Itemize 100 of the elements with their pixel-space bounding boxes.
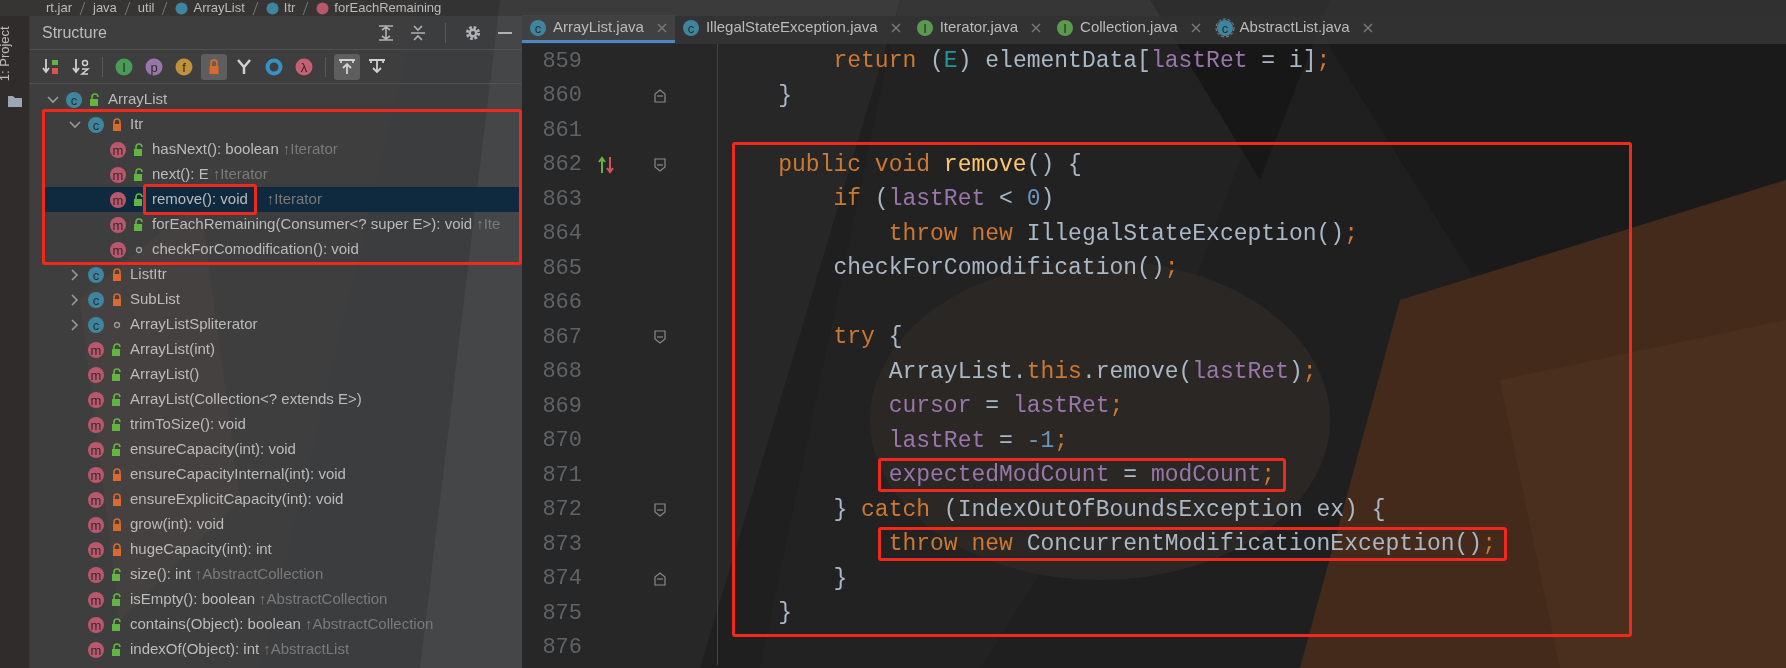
fold-marker-icon[interactable] (653, 87, 667, 104)
close-icon[interactable] (1362, 22, 1373, 33)
breadcrumb-item[interactable]: rt.jar (46, 0, 72, 16)
interface-icon: I (914, 17, 935, 38)
code-line: try { (833, 324, 903, 350)
tree-item[interactable]: c ArrayList (30, 87, 522, 112)
tree-item[interactable]: c ArrayListSpliterator (30, 312, 522, 337)
line-number: 863 (541, 185, 582, 214)
class-icon (175, 1, 189, 15)
tree-item[interactable]: m indexOf(Object): int ↑AbstractList (30, 637, 522, 662)
tree-item[interactable]: m ArrayList(int) (30, 337, 522, 362)
breadcrumb-item[interactable]: ArrayList (193, 0, 245, 16)
editor-tab[interactable]: I Iterator.java (908, 15, 1050, 43)
line-number: 870 (541, 427, 582, 456)
method-icon: m (108, 239, 128, 260)
method-icon: m (86, 539, 106, 560)
line-number: 868 (541, 358, 582, 387)
toolbar-button[interactable] (334, 53, 360, 80)
method-icon: m (108, 214, 128, 235)
class-icon: c (86, 314, 106, 335)
line-number: 867 (541, 323, 582, 352)
method-icon: m (86, 414, 106, 435)
close-icon[interactable] (656, 22, 667, 33)
sort-icon (41, 56, 61, 77)
arrow-up-icon (337, 56, 357, 77)
tree-item[interactable]: m contains(Object): boolean ↑AbstractCollection (30, 612, 522, 637)
code-line: public void remove() { (778, 151, 1082, 178)
tree-item[interactable]: m trimToSize(): void (30, 412, 522, 437)
tree-item[interactable]: m hugeCapacity(int): int (30, 537, 522, 562)
tree-item[interactable]: m size(): int ↑AbstractCollection (30, 562, 522, 587)
tree-item[interactable]: c ListItr (30, 262, 522, 287)
method-icon: m (108, 139, 128, 160)
tree-item[interactable]: m ArrayList() (30, 362, 522, 387)
method-icon: m (86, 439, 106, 460)
toolbar-button[interactable] (201, 53, 227, 80)
method-icon: m (86, 364, 106, 385)
side-tab[interactable]: 1: Project (0, 18, 15, 89)
line-number: 871 (541, 461, 582, 490)
tree-item[interactable]: m remove(): void ↑Iterator (45, 187, 519, 212)
fold-marker-icon[interactable] (653, 156, 667, 173)
class-icon: c (86, 264, 106, 285)
method-icon: m (108, 164, 128, 185)
panel-title: Structure (42, 22, 107, 43)
line-number: 873 (541, 530, 582, 559)
method-icon: m (86, 639, 106, 660)
tree-item[interactable]: m isEmpty(): boolean ↑AbstractCollection (30, 587, 522, 612)
line-number: 865 (541, 254, 582, 283)
method-icon: m (108, 189, 128, 210)
tree-item[interactable]: m grow(int): void (30, 512, 522, 537)
tree-item[interactable]: m next(): E ↑Iterator (45, 162, 519, 187)
editor-tab[interactable]: c ArrayList.java (522, 15, 675, 43)
editor-tab[interactable]: c IllegalStateException.java (674, 15, 909, 43)
fold-marker-icon[interactable] (653, 501, 667, 518)
class-icon (265, 1, 279, 15)
tree-item[interactable]: m checkForComodification(): void (45, 237, 519, 262)
tree-item[interactable]: m ensureCapacityInternal(int): void (30, 462, 522, 487)
fold-marker-icon[interactable] (653, 329, 667, 346)
class-icon: c (680, 17, 701, 38)
method-icon: m (86, 339, 106, 360)
class-icon: c (86, 289, 106, 310)
close-icon[interactable] (1031, 22, 1042, 33)
code-line: throw new IllegalStateException(); (888, 220, 1358, 247)
code-line: } catch (IndexOutOfBoundsException ex) { (833, 496, 1386, 523)
tree-item[interactable]: c SubList (30, 287, 522, 312)
tree-item[interactable]: c Itr (45, 112, 519, 137)
breadcrumb-item[interactable]: Itr (283, 0, 296, 16)
breadcrumb-item[interactable]: java (93, 0, 117, 16)
line-number: 874 (541, 565, 582, 594)
fold-marker-icon[interactable] (653, 570, 667, 587)
code-line: lastRet = -1; (888, 427, 1069, 454)
code-line: ArrayList.this.remove(lastRet); (888, 358, 1317, 385)
code-line: checkForComodification(); (833, 255, 1179, 281)
folder-icon[interactable] (6, 93, 23, 108)
breadcrumb-item[interactable]: util (137, 0, 155, 16)
method-icon: m (86, 614, 106, 635)
line-number: 859 (541, 47, 582, 76)
code-line: } (778, 600, 793, 626)
line-number: 864 (541, 220, 582, 249)
breadcrumb-item[interactable]: forEachRemaining (334, 0, 442, 16)
tree-item[interactable]: m ensureExplicitCapacity(int): void (30, 487, 522, 512)
line-number: 861 (541, 116, 582, 145)
sort-icon (71, 56, 91, 77)
up-down-arrows-icon[interactable] (598, 154, 616, 175)
collapse-all-icon[interactable] (409, 23, 427, 42)
method-icon (316, 1, 330, 15)
editor-tab[interactable]: c AbstractList.java (1208, 15, 1381, 43)
close-icon[interactable] (890, 22, 901, 33)
expand-all-icon[interactable] (377, 23, 395, 42)
line-number: 869 (541, 392, 582, 421)
tree-item[interactable]: m hasNext(): boolean ↑Iterator (45, 137, 519, 162)
class-icon: c (64, 89, 84, 110)
method-icon: m (86, 589, 106, 610)
settings-icon[interactable] (464, 23, 482, 42)
editor-tab[interactable]: I Collection.java (1049, 15, 1209, 43)
tree-item[interactable]: m ArrayList(Collection<? extends E>) (30, 387, 522, 412)
interface-icon: I (1055, 17, 1076, 38)
code-line: } (833, 565, 848, 592)
line-number: 876 (541, 634, 582, 663)
close-icon[interactable] (1190, 22, 1201, 33)
tree-item[interactable]: m ensureCapacity(int): void (30, 437, 522, 462)
